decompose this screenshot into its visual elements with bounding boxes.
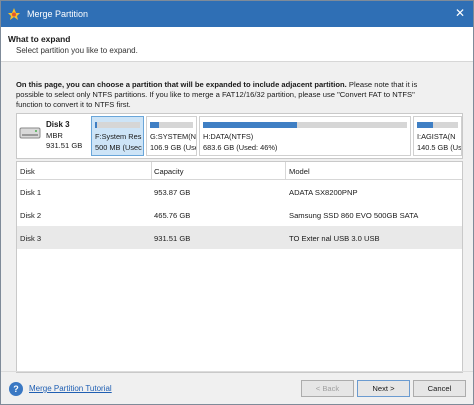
merge-partition-window: Merge Partition ✕ What to expand Select … (0, 0, 474, 405)
usage-bar (203, 122, 407, 128)
description-text: On this page, you can choose a partition… (16, 80, 456, 110)
disk-map: Disk 3 MBR 931.51 GB F:System Res 500 MB… (16, 113, 463, 159)
disk-info: Disk 3 MBR 931.51 GB (17, 114, 89, 158)
usage-bar (150, 122, 193, 128)
table-row[interactable]: Disk 2 465.76 GB Samsung SSD 860 EVO 500… (17, 203, 462, 226)
table-row[interactable]: Disk 1 953.87 GB ADATA SX8200PNP (17, 180, 462, 203)
cell-disk: Disk 2 (20, 211, 42, 220)
hard-disk-icon (19, 127, 41, 139)
partition-label: G:SYSTEM(N (150, 132, 196, 141)
cell-disk: Disk 3 (20, 234, 42, 243)
usage-bar (95, 122, 140, 128)
tutorial-link[interactable]: Merge Partition Tutorial (29, 384, 112, 393)
usage-fill (95, 122, 98, 128)
column-header-disk[interactable]: Disk (20, 167, 35, 176)
cancel-button[interactable]: Cancel (413, 380, 466, 397)
partition-label: I:AGISTA(N (417, 132, 456, 141)
description-line2: possible to select only NTFS partitions.… (16, 90, 415, 99)
cell-capacity: 465.76 GB (154, 211, 191, 220)
usage-fill (203, 122, 297, 128)
column-header-model[interactable]: Model (289, 167, 310, 176)
partition-label: F:System Res (95, 132, 142, 141)
help-icon[interactable]: ? (9, 382, 23, 396)
cell-disk: Disk 1 (20, 188, 42, 197)
partition-label: H:DATA(NTFS) (203, 132, 254, 141)
partition-detail: 500 MB (Usec (95, 143, 142, 152)
partition-detail: 106.9 GB (Use (150, 143, 197, 152)
partition-block[interactable]: H:DATA(NTFS) 683.6 GB (Used: 46%) (199, 116, 411, 156)
table-header: Disk Capacity Model (17, 162, 462, 180)
cell-model: Samsung SSD 860 EVO 500GB SATA (289, 211, 419, 220)
footer-divider (1, 371, 473, 372)
column-header-capacity[interactable]: Capacity (154, 167, 184, 176)
cell-capacity: 931.51 GB (154, 234, 191, 243)
description-line1: Please note that it is (346, 80, 418, 89)
wizard-header: What to expand Select partition you like… (1, 27, 473, 62)
cell-capacity: 953.87 GB (154, 188, 191, 197)
header-title: What to expand (8, 34, 71, 44)
partition-block[interactable]: I:AGISTA(N 140.5 GB (Use (413, 116, 462, 156)
close-icon[interactable]: ✕ (453, 6, 467, 20)
partition-detail: 683.6 GB (Used: 46%) (203, 143, 278, 152)
partition-detail: 140.5 GB (Use (417, 143, 462, 152)
usage-fill (417, 122, 434, 128)
description-line3: function to convert it to NTFS first. (16, 100, 131, 109)
column-divider[interactable] (151, 162, 152, 179)
disk-type: MBR (46, 131, 63, 140)
disk-name: Disk 3 (46, 120, 70, 129)
cell-model: ADATA SX8200PNP (289, 188, 358, 197)
cell-model: TO Exter nal USB 3.0 USB (289, 234, 380, 243)
app-icon (8, 8, 20, 20)
usage-bar (417, 122, 458, 128)
partition-block[interactable]: F:System Res 500 MB (Usec (91, 116, 144, 156)
window-title: Merge Partition (27, 9, 89, 19)
partition-block[interactable]: G:SYSTEM(N 106.9 GB (Use (146, 116, 197, 156)
column-divider[interactable] (285, 162, 286, 179)
back-button[interactable]: < Back (301, 380, 354, 397)
next-button[interactable]: Next > (357, 380, 410, 397)
disk-size: 931.51 GB (46, 141, 83, 150)
table-row[interactable]: Disk 3 931.51 GB TO Exter nal USB 3.0 US… (17, 226, 462, 249)
description-bold: On this page, you can choose a partition… (16, 80, 347, 89)
disk-table: Disk Capacity Model Disk 1 953.87 GB ADA… (16, 161, 463, 373)
usage-fill (150, 122, 159, 128)
header-subtitle: Select partition you like to expand. (16, 46, 138, 55)
title-bar[interactable]: Merge Partition ✕ (1, 1, 473, 27)
